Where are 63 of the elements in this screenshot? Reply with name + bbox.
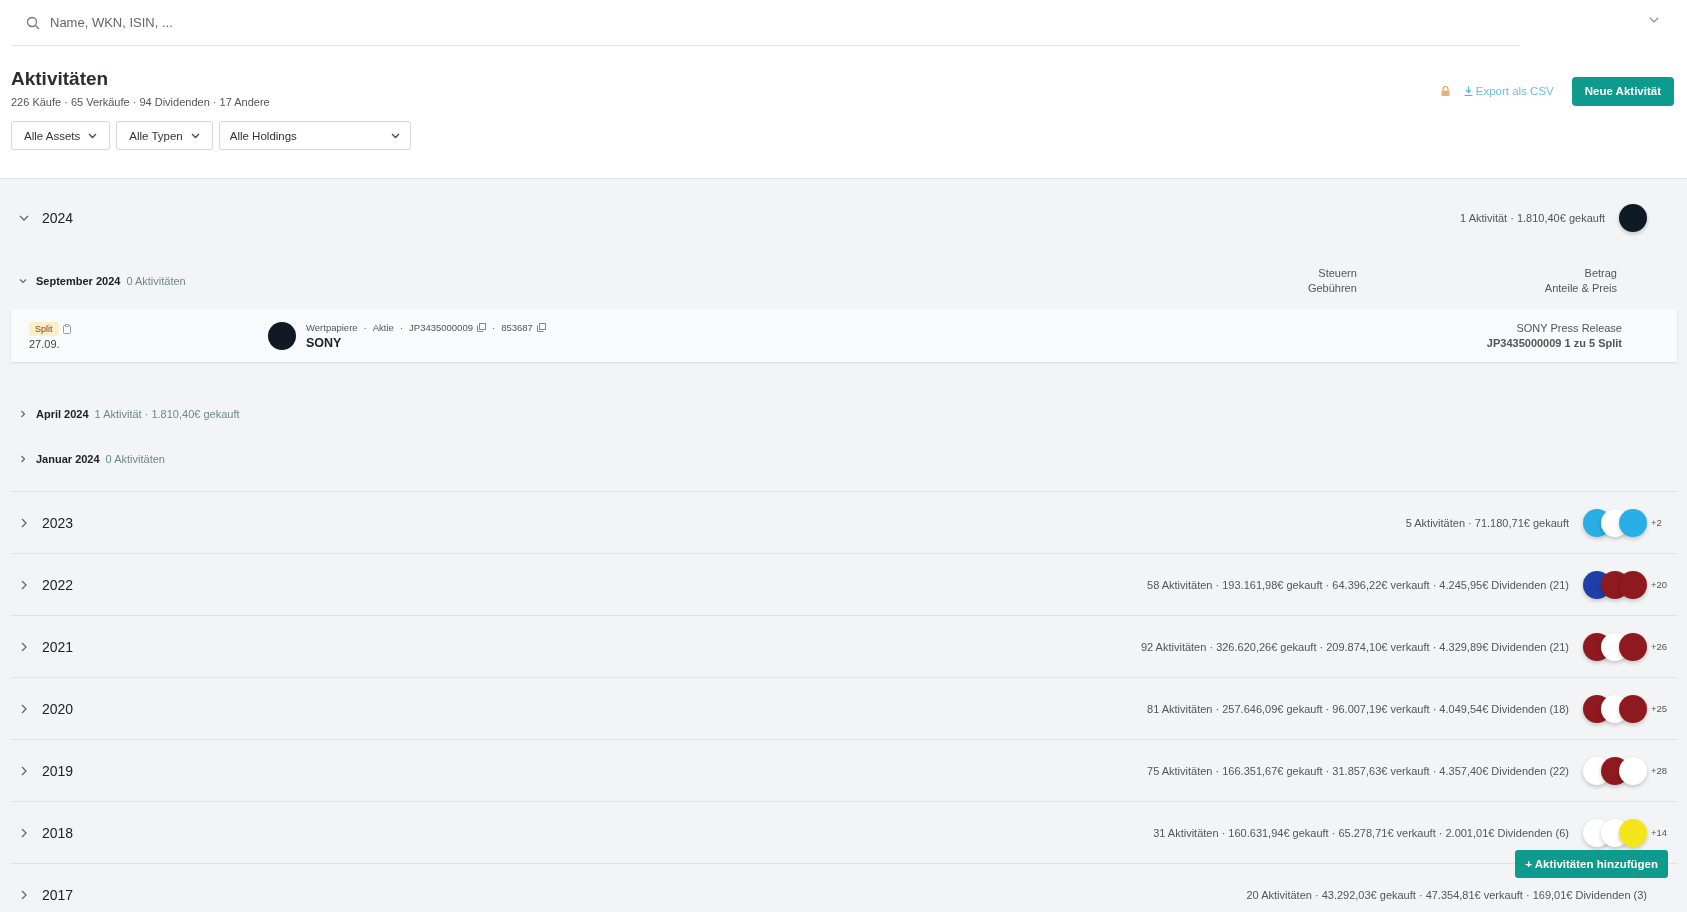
copy-icon[interactable]: [536, 322, 546, 332]
year-summary: 31 Aktivitäten · 160.631,94€ gekauft · 65.278,71€ verkauft · 2.001,01€ Dividenden (6): [1153, 826, 1569, 839]
column-header: Steuern: [1318, 266, 1357, 281]
meta-text: JP3435000009: [409, 321, 473, 333]
company-logo: [268, 321, 296, 350]
year-label[interactable]: 2024: [42, 210, 74, 226]
year-label[interactable]: 2021: [42, 638, 74, 655]
column-header: Betrag: [1584, 266, 1617, 281]
activity-note: SONY Press Release: [1516, 322, 1622, 334]
year-summary: 20 Aktivitäten · 43.292,03€ gekauft · 47.354,81€ verkauft · 169,01€ Dividenden (3): [1246, 888, 1647, 901]
activity-detail: JP3435000009 1 zu 5 Split: [1486, 337, 1622, 349]
download-icon: [1463, 86, 1473, 96]
chevron-right-icon[interactable]: [18, 408, 28, 419]
month-summary: 1 Aktivität · 1.810,40€ gekauft: [94, 407, 240, 420]
more-count: +28: [1651, 765, 1669, 776]
year-summary: 75 Aktivitäten · 166.351,67€ gekauft · 31.857,63€ verkauft · 4.357,40€ Dividenden (22): [1147, 764, 1569, 777]
year-label[interactable]: 2019: [42, 762, 74, 779]
month-label[interactable]: Januar 2024: [36, 452, 100, 465]
chevron-right-icon[interactable]: [18, 453, 28, 464]
month-summary: 0 Aktivitäten: [105, 452, 165, 465]
year-label[interactable]: 2018: [42, 824, 74, 841]
separator-dot: ·: [491, 321, 496, 333]
split-tag: Split: [29, 321, 59, 336]
filter-dropdown[interactable]: Alle Holdings: [218, 121, 411, 150]
year-summary: 1 Aktivität · 1.810,40€ gekauft: [1460, 212, 1605, 224]
clipboard-icon[interactable]: [62, 323, 71, 334]
meta-text: Wertpapiere: [306, 321, 358, 333]
more-count: +26: [1651, 641, 1669, 652]
activity-card[interactable]: Split 27.09. Wertpapiere · Aktie · JP3435000009 · 853687 SONY SONY Press Release JP3435000009 1 zu 5 Split: [11, 309, 1677, 362]
year-summary: 92 Aktivitäten · 326.620,26€ gekauft · 209.874,10€ verkauft · 4.329,89€ Dividenden (21): [1140, 640, 1569, 653]
year-summary: 81 Aktivitäten · 257.646,09€ gekauft · 96.007,19€ verkauft · 4.049,54€ Dividenden (18): [1147, 702, 1569, 715]
filter-dropdown[interactable]: Alle Typen: [116, 121, 213, 150]
more-count: +20: [1651, 579, 1669, 590]
month-label[interactable]: September 2024: [36, 275, 121, 287]
chevron-down-icon: [88, 132, 98, 139]
separator-dot: ·: [363, 321, 367, 333]
year-label[interactable]: 2017: [42, 886, 74, 903]
year-label[interactable]: 2022: [42, 576, 74, 593]
more-count: +25: [1651, 703, 1669, 714]
chevron-down-icon[interactable]: [1649, 17, 1659, 23]
year-label[interactable]: 2023: [42, 514, 74, 531]
page-title: Aktivitäten: [11, 68, 110, 90]
search-icon: [26, 15, 40, 30]
chevron-down-icon: [390, 132, 400, 139]
year-summary: 5 Aktivitäten · 71.180,71€ gekauft: [1405, 516, 1569, 529]
year-label[interactable]: 2020: [42, 700, 74, 717]
column-header: Anteile & Preis: [1544, 281, 1617, 296]
chevron-down-icon: [190, 132, 200, 139]
activity-date: 27.09.: [29, 337, 61, 350]
more-count: +14: [1651, 827, 1669, 838]
asset-name: SONY: [306, 335, 343, 350]
meta-text: Aktie: [372, 321, 394, 333]
separator-dot: ·: [399, 321, 404, 333]
month-summary: 0 Aktivitäten: [126, 275, 186, 287]
year-summary: 58 Aktivitäten · 193.161,98€ gekauft · 64.396,22€ verkauft · 4.245,95€ Dividenden (21): [1147, 578, 1569, 591]
meta-text: 853687: [501, 321, 533, 333]
more-count: +2: [1651, 517, 1663, 528]
activity-summary: 226 Käufe · 65 Verkäufe · 94 Dividenden · 17 Andere: [11, 96, 271, 108]
filter-dropdown[interactable]: Alle Assets: [11, 121, 111, 150]
copy-icon[interactable]: [476, 322, 486, 332]
column-header: Gebühren: [1307, 281, 1357, 296]
month-label[interactable]: April 2024: [36, 407, 89, 420]
chevron-down-icon[interactable]: [18, 276, 28, 286]
